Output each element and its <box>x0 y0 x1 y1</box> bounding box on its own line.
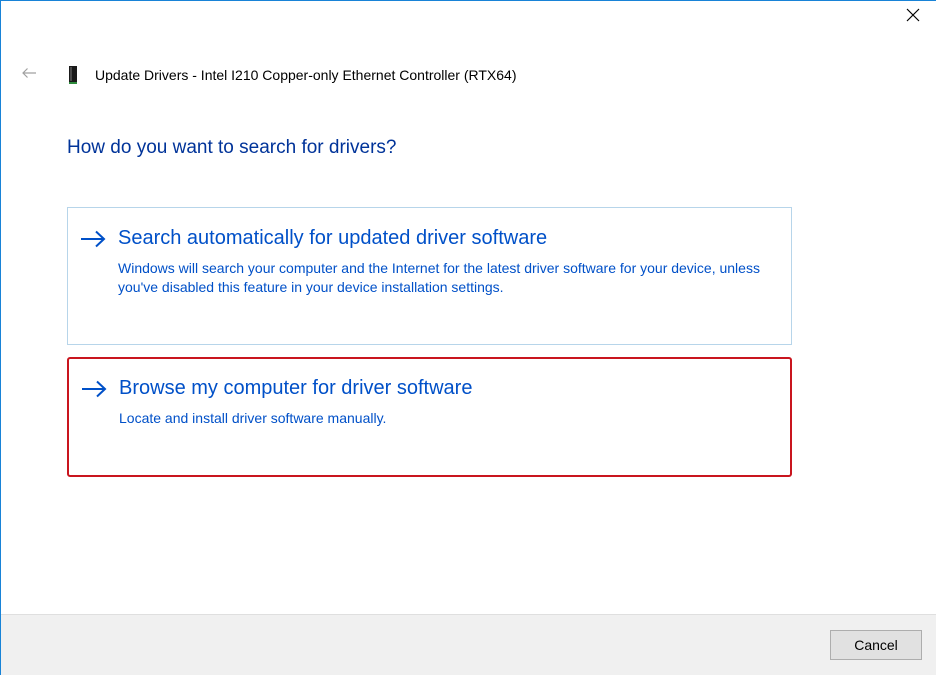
update-drivers-window: Update Drivers - Intel I210 Copper-only … <box>0 0 936 675</box>
window-title: Update Drivers - Intel I210 Copper-only … <box>95 67 517 83</box>
arrow-right-icon <box>81 379 107 399</box>
close-icon <box>906 8 920 27</box>
option-title: Browse my computer for driver software <box>119 377 473 399</box>
close-button[interactable] <box>890 1 936 33</box>
cancel-button[interactable]: Cancel <box>830 630 922 660</box>
option-description: Locate and install driver software manua… <box>119 410 387 426</box>
arrow-right-icon <box>80 229 106 249</box>
back-arrow-icon <box>21 66 37 84</box>
search-automatically-option[interactable]: Search automatically for updated driver … <box>67 207 792 345</box>
option-title: Search automatically for updated driver … <box>118 227 548 249</box>
network-adapter-icon <box>67 66 79 84</box>
back-button[interactable] <box>15 63 43 87</box>
option-description: Windows will search your computer and th… <box>118 260 760 295</box>
page-heading: How do you want to search for drivers? <box>67 137 397 158</box>
dialog-footer: Cancel <box>1 614 936 675</box>
window-title-row: Update Drivers - Intel I210 Copper-only … <box>67 64 516 86</box>
browse-computer-option[interactable]: Browse my computer for driver software L… <box>67 357 792 477</box>
